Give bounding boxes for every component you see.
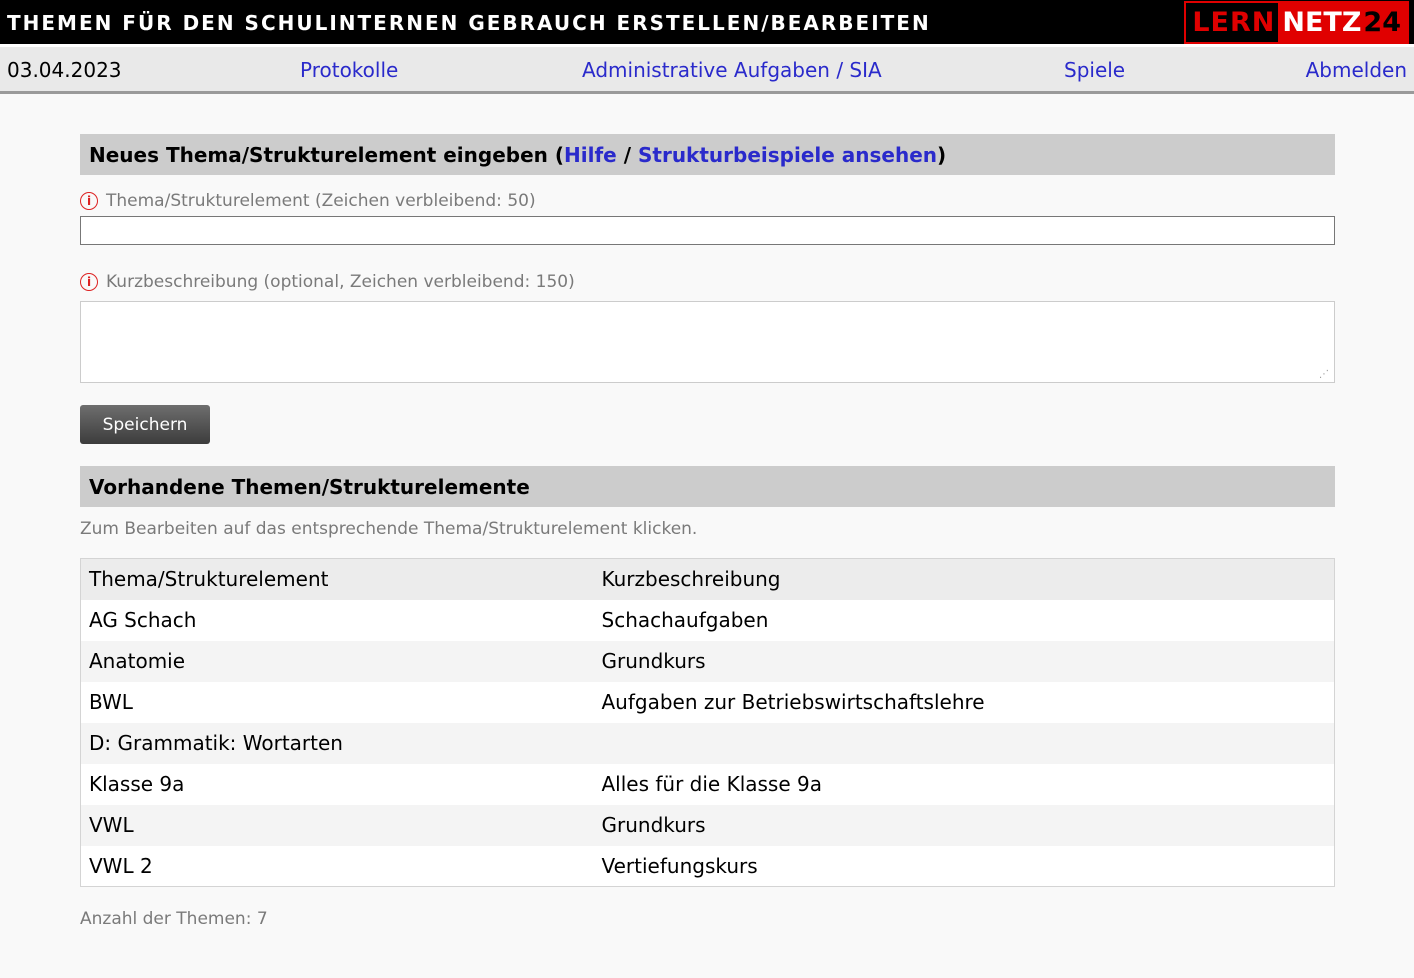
lernnetz24-logo[interactable]: LERN NETZ 24 <box>1184 1 1409 44</box>
resize-grip-icon[interactable]: ⋰ <box>1319 370 1329 380</box>
topic-cell[interactable]: AG Schach <box>81 600 594 641</box>
description-textarea-wrapper: ⋰ <box>80 301 1335 383</box>
topic-cell[interactable]: Klasse 9a <box>81 764 594 805</box>
current-date: 03.04.2023 <box>7 58 122 82</box>
topic-cell[interactable]: D: Grammatik: Wortarten <box>81 723 594 764</box>
column-header-topic: Thema/Strukturelement <box>89 567 329 592</box>
save-button[interactable]: Speichern <box>80 405 210 444</box>
nav-link-spiele[interactable]: Spiele <box>1064 58 1125 82</box>
topics-table: Thema/Strukturelement Kurzbeschreibung A… <box>80 558 1335 887</box>
description-cell[interactable] <box>594 723 1335 764</box>
logo-text-netz-word: NETZ <box>1282 7 1362 38</box>
table-header-row: Thema/Strukturelement Kurzbeschreibung <box>80 558 1335 600</box>
table-row[interactable]: D: Grammatik: Wortarten <box>80 722 1335 764</box>
paren-open: ( <box>554 143 565 167</box>
topic-field-label: i Thema/Strukturelement (Zeichen verblei… <box>80 190 1335 212</box>
description-cell[interactable]: Aufgaben zur Betriebswirtschaftslehre <box>594 682 1335 723</box>
topic-cell[interactable]: VWL 2 <box>81 846 594 887</box>
table-row[interactable]: VWL Grundkurs <box>80 804 1335 846</box>
logo-text-24: 24 <box>1363 7 1401 38</box>
table-row[interactable]: BWL Aufgaben zur Betriebswirtschaftslehre <box>80 681 1335 723</box>
new-topic-heading-text: Neues Thema/Strukturelement eingeben <box>89 143 548 167</box>
nav-link-protokolle[interactable]: Protokolle <box>300 58 398 82</box>
link-separator: / <box>623 143 632 167</box>
edit-hint: Zum Bearbeiten auf das entsprechende The… <box>80 519 698 539</box>
table-row[interactable]: Klasse 9a Alles für die Klasse 9a <box>80 763 1335 805</box>
nav-link-abmelden[interactable]: Abmelden <box>1306 58 1407 82</box>
paren-close: ) <box>937 143 947 167</box>
logo-text-netz: NETZ 24 <box>1278 3 1407 42</box>
description-cell[interactable]: Vertiefungskurs <box>594 846 1335 887</box>
description-textarea[interactable] <box>80 301 1335 383</box>
description-cell[interactable]: Schachaufgaben <box>594 600 1335 641</box>
topic-cell[interactable]: BWL <box>81 682 594 723</box>
topic-input[interactable] <box>80 216 1335 245</box>
new-topic-heading: Neues Thema/Strukturelement eingeben (Hi… <box>80 134 1335 175</box>
nav-bar: 03.04.2023 Protokolle Administrative Auf… <box>0 44 1414 94</box>
description-cell[interactable]: Grundkurs <box>594 641 1335 682</box>
table-row[interactable]: AG Schach Schachaufgaben <box>80 599 1335 641</box>
topic-cell[interactable]: Anatomie <box>81 641 594 682</box>
description-field-label: i Kurzbeschreibung (optional, Zeichen ve… <box>80 271 1335 293</box>
logo-text-lern: LERN <box>1192 7 1276 38</box>
main-content: Neues Thema/Strukturelement eingeben (Hi… <box>80 134 1335 929</box>
structure-examples-link[interactable]: Strukturbeispiele ansehen <box>638 143 937 167</box>
info-icon: i <box>80 273 98 291</box>
existing-topics-heading: Vorhandene Themen/Strukturelemente <box>80 466 1335 507</box>
help-link[interactable]: Hilfe <box>564 143 617 167</box>
description-cell[interactable]: Alles für die Klasse 9a <box>594 764 1335 805</box>
topic-field-label-text: Thema/Strukturelement (Zeichen verbleibe… <box>106 191 536 211</box>
top-bar: THEMEN FÜR DEN SCHULINTERNEN GEBRAUCH ER… <box>0 0 1414 44</box>
table-row[interactable]: Anatomie Grundkurs <box>80 640 1335 682</box>
topic-count: Anzahl der Themen: 7 <box>80 909 268 929</box>
description-cell[interactable]: Grundkurs <box>594 805 1335 846</box>
info-icon: i <box>80 192 98 210</box>
topic-cell[interactable]: VWL <box>81 805 594 846</box>
nav-link-admin-sia[interactable]: Administrative Aufgaben / SIA <box>582 58 882 82</box>
column-header-description: Kurzbeschreibung <box>601 567 781 592</box>
page-title: THEMEN FÜR DEN SCHULINTERNEN GEBRAUCH ER… <box>7 11 931 35</box>
table-row[interactable]: VWL 2 Vertiefungskurs <box>80 845 1335 887</box>
description-field-label-text: Kurzbeschreibung (optional, Zeichen verb… <box>106 272 575 292</box>
